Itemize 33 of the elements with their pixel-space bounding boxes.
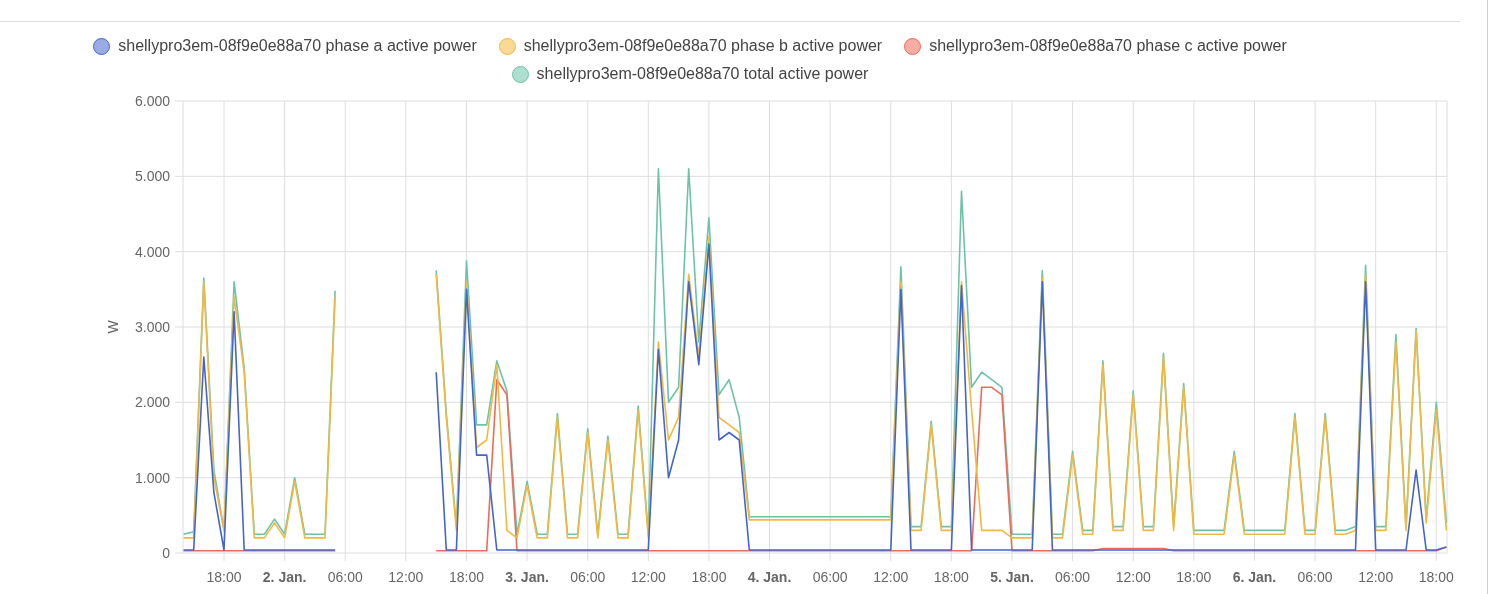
axis-tick-label: 5. Jan.: [990, 569, 1034, 585]
axis-tick-label: 12:00: [1115, 569, 1151, 585]
axis-tick-label: 12:00: [1358, 569, 1394, 585]
axis-tick-label: 06:00: [1055, 569, 1091, 585]
axis-tick-label: 18:00: [1176, 569, 1212, 585]
legend-label[interactable]: shellypro3em-08f9e0e88a70 phase a active power: [118, 37, 477, 55]
axis-tick-label: 12:00: [873, 569, 909, 585]
axis-tick-label: 18:00: [1418, 569, 1454, 585]
axis-title: W: [105, 320, 121, 334]
legend-label[interactable]: shellypro3em-08f9e0e88a70 phase c active power: [929, 37, 1287, 55]
legend-label[interactable]: shellypro3em-08f9e0e88a70 total active power: [536, 65, 869, 83]
axis-tick-label: 12:00: [388, 569, 424, 585]
axis-tick-label: 12:00: [630, 569, 666, 585]
axis-tick-label: 06:00: [1297, 569, 1333, 585]
axis-tick-label: 6. Jan.: [1232, 569, 1277, 585]
axis-tick-label: 18:00: [691, 569, 727, 585]
axis-tick-label: 6.000: [134, 93, 170, 109]
axis-tick-label: 18:00: [933, 569, 969, 585]
axis-tick-label: 3.000: [134, 319, 170, 335]
axis-tick-label: 4. Jan.: [747, 569, 792, 585]
axis-tick-label: 1.000: [134, 469, 170, 486]
axis-tick-label: 5.000: [134, 168, 170, 185]
legend-label[interactable]: shellypro3em-08f9e0e88a70 phase b active power: [523, 37, 883, 55]
axis-tick-label: 2. Jan.: [262, 569, 307, 585]
axis-tick-label: 06:00: [570, 569, 606, 585]
axis-tick-label: 4.000: [134, 243, 170, 260]
axis-tick-label: 06:00: [812, 569, 848, 585]
axis-tick-label: 3. Jan.: [505, 569, 549, 585]
axis-tick-label: 0: [162, 545, 170, 561]
axis-tick-label: 06:00: [327, 569, 363, 585]
axis-tick-label: 2.000: [134, 394, 170, 411]
axis-tick-label: 18:00: [206, 569, 242, 585]
axis-tick-label: 18:00: [448, 569, 484, 585]
